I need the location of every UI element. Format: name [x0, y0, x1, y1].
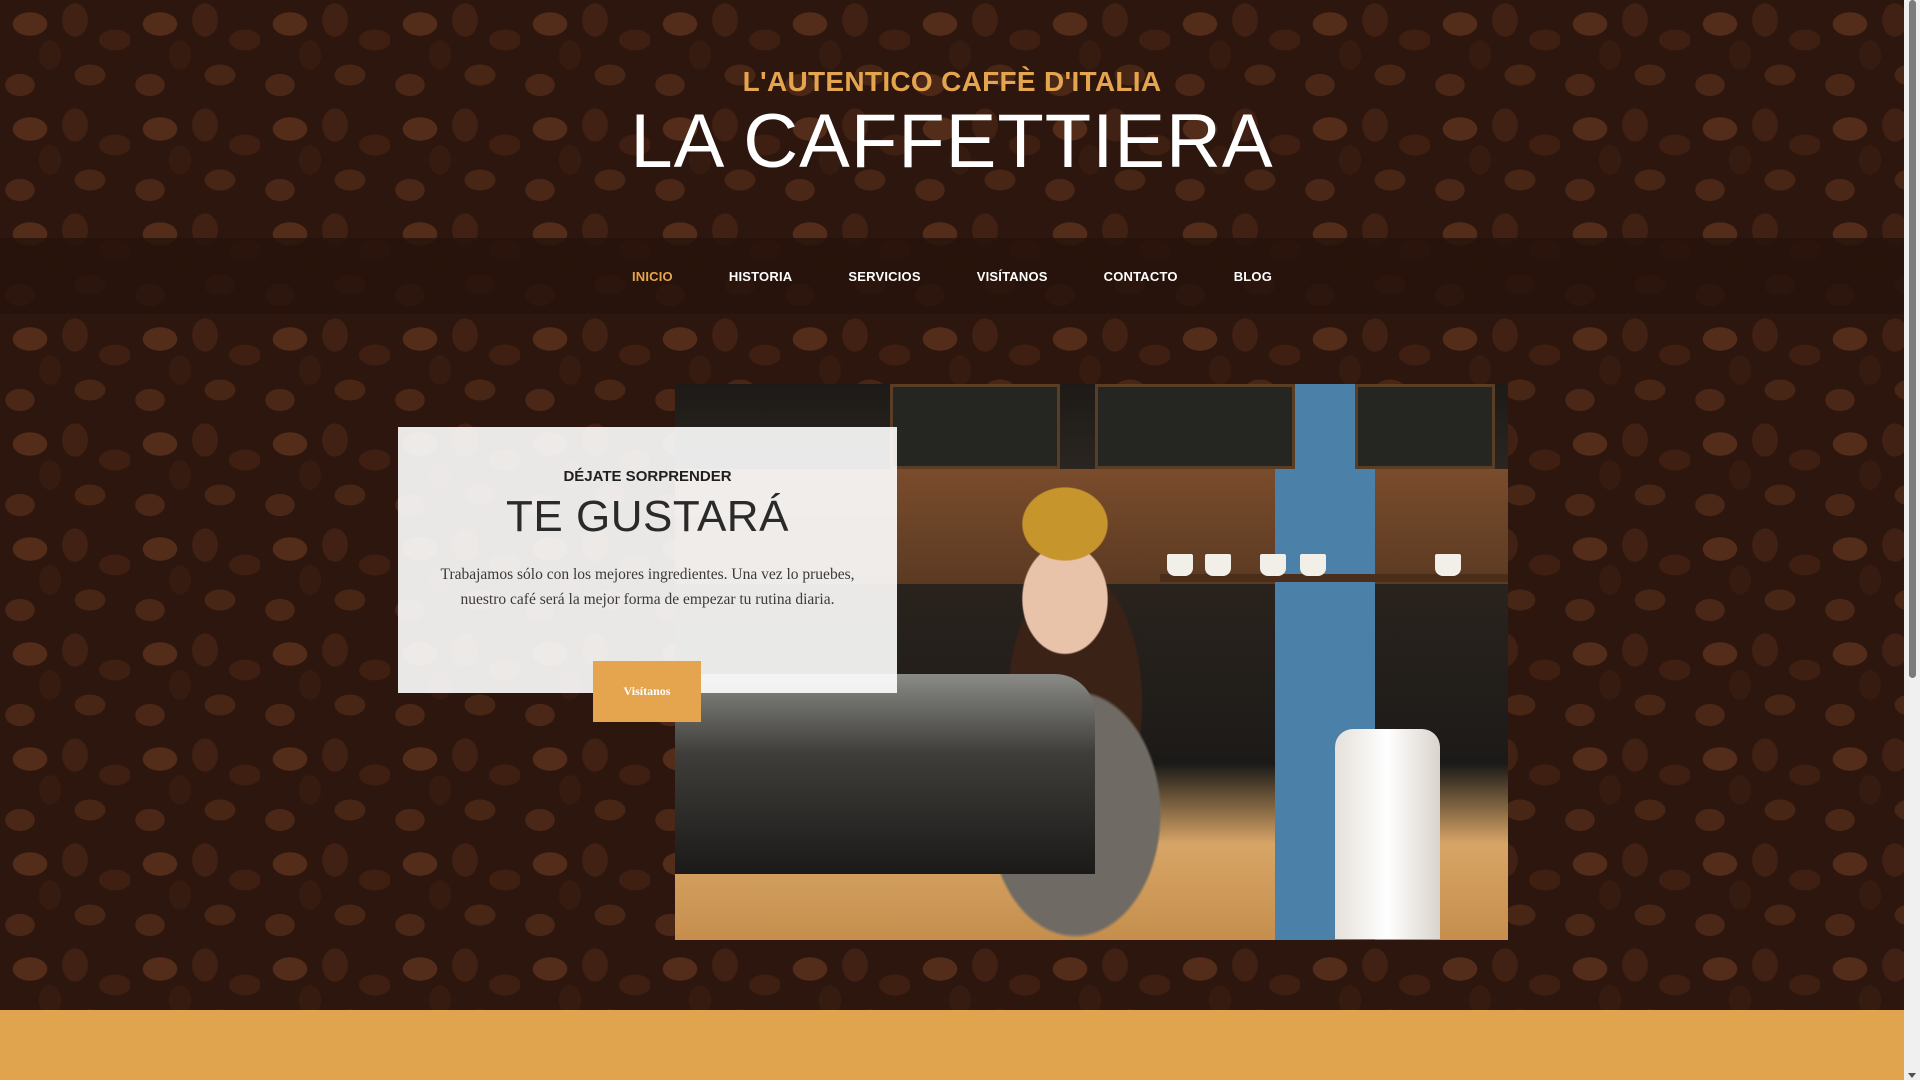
- nav-link-inicio[interactable]: INICIO: [632, 269, 673, 284]
- site-tagline: L'AUTENTICO CAFFÈ D'ITALIA: [742, 66, 1162, 97]
- nav-link-contacto[interactable]: CONTACTO: [1104, 269, 1178, 284]
- page-scrollbar[interactable]: [1904, 0, 1920, 1080]
- main-navigation: INICIO HISTORIA SERVICIOS VISÍTANOS CONT…: [0, 238, 1904, 314]
- feature-title: TE GUSTARÁ: [506, 492, 789, 541]
- menu-board: [890, 384, 1060, 469]
- mug: [1300, 554, 1326, 576]
- scroll-thumb[interactable]: [1909, 0, 1916, 678]
- espresso-machine: [675, 674, 1095, 874]
- nav-link-servicios[interactable]: SERVICIOS: [848, 269, 920, 284]
- footer-band: [0, 1010, 1904, 1080]
- site-header: L'AUTENTICO CAFFÈ D'ITALIA LA CAFFETTIER…: [0, 0, 1904, 238]
- nav-link-blog[interactable]: BLOG: [1234, 269, 1272, 284]
- mug: [1435, 554, 1461, 576]
- menu-board: [1095, 384, 1295, 469]
- menu-board: [1355, 384, 1495, 469]
- page: L'AUTENTICO CAFFÈ D'ITALIA LA CAFFETTIER…: [0, 0, 1904, 1080]
- feature-kicker: DÉJATE SORPRENDER: [563, 468, 732, 485]
- scroll-down-arrow-icon[interactable]: [1908, 1073, 1916, 1078]
- feature-text: Trabajamos sólo con los mejores ingredie…: [440, 566, 855, 608]
- mug: [1205, 554, 1231, 576]
- site-title: LA CAFFETTIERA: [630, 99, 1274, 184]
- nav-link-historia[interactable]: HISTORIA: [729, 269, 792, 284]
- mug: [1260, 554, 1286, 576]
- paper-cup: [1335, 729, 1440, 939]
- nav-link-visitanos[interactable]: VISÍTANOS: [977, 269, 1048, 284]
- mug: [1167, 554, 1193, 576]
- feature-card: DÉJATE SORPRENDER TE GUSTARÁ Trabajamos …: [398, 427, 897, 693]
- visit-button[interactable]: Visítanos: [593, 661, 701, 722]
